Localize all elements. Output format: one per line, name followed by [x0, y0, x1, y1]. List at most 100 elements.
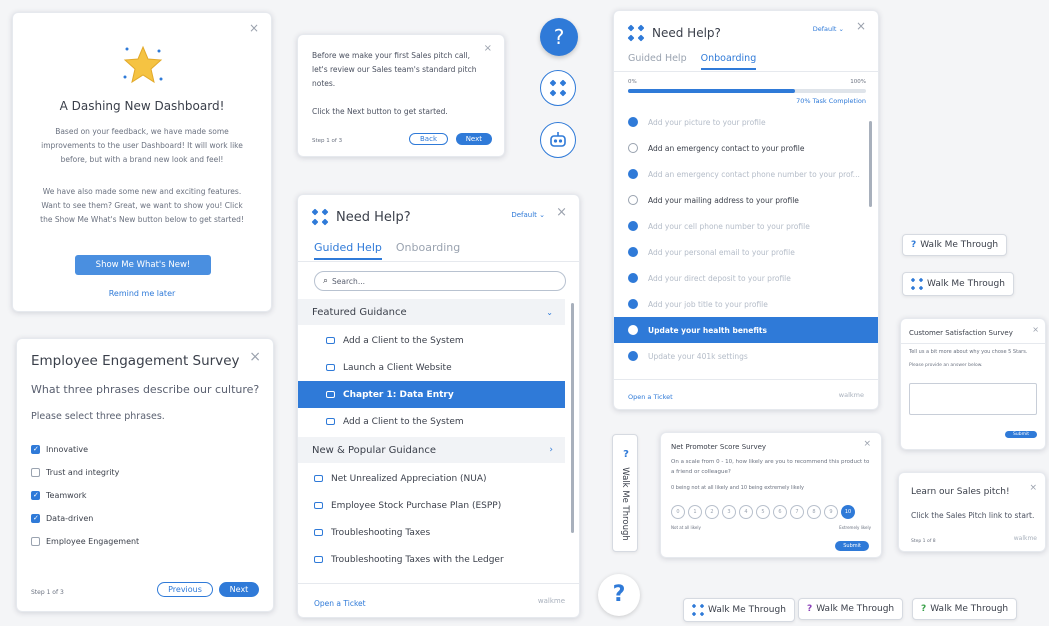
- walk-me-through-vertical-tab[interactable]: ? Walk Me Through: [612, 434, 638, 552]
- remind-me-later-link[interactable]: Remind me later: [13, 289, 271, 298]
- close-icon[interactable]: ×: [856, 19, 866, 33]
- popular-guidance-header[interactable]: New & Popular Guidance ›: [298, 437, 565, 463]
- language-dropdown[interactable]: Default ⌄: [511, 211, 545, 219]
- pitch-tip-body-1: Before we make your first Sales pitch ca…: [312, 51, 477, 88]
- walk-me-through-button[interactable]: ? Walk Me Through: [912, 598, 1018, 620]
- robot-launcher-button[interactable]: [540, 122, 576, 158]
- next-button[interactable]: Next: [219, 582, 259, 597]
- close-icon[interactable]: ×: [863, 439, 871, 449]
- close-icon[interactable]: ×: [249, 21, 259, 35]
- checkbox[interactable]: [31, 514, 40, 523]
- tab-guided-help[interactable]: Guided Help: [314, 241, 382, 260]
- onboarding-task[interactable]: Add your personal email to your profile: [614, 239, 878, 265]
- guide-item[interactable]: Add a Client to the System: [298, 408, 565, 435]
- close-icon[interactable]: ×: [556, 205, 567, 220]
- nps-option[interactable]: 9: [824, 505, 838, 519]
- next-button[interactable]: Next: [455, 133, 492, 145]
- onboarding-task[interactable]: Update your health benefits: [614, 317, 878, 343]
- guide-item[interactable]: Net Unrealized Appreciation (NUA): [298, 465, 565, 492]
- search-input[interactable]: ⌕ Search...: [314, 271, 566, 291]
- nps-option[interactable]: 4: [739, 505, 753, 519]
- robot-icon: [550, 132, 566, 147]
- walk-me-through-button[interactable]: ? Walk Me Through: [798, 598, 904, 620]
- check-circle-icon: [628, 221, 638, 231]
- submit-button[interactable]: Submit: [1005, 431, 1037, 438]
- scrollbar[interactable]: [571, 303, 574, 533]
- guide-item[interactable]: Add a Client to the System: [298, 327, 565, 354]
- onboarding-task[interactable]: Add your picture to your profile: [614, 109, 878, 135]
- step-counter: Step 1 of 3: [312, 138, 343, 144]
- submit-button[interactable]: Submit: [835, 541, 869, 551]
- open-ticket-link[interactable]: Open a Ticket: [314, 599, 366, 608]
- dashboard-body-1: Based on your feedback, we have made som…: [41, 127, 243, 164]
- nps-option[interactable]: 5: [756, 505, 770, 519]
- onboarding-task[interactable]: Add your direct deposit to your profile: [614, 265, 878, 291]
- guide-icon: [314, 556, 323, 563]
- onboarding-task[interactable]: Add your cell phone number to your profi…: [614, 213, 878, 239]
- language-dropdown[interactable]: Default ⌄: [813, 25, 844, 33]
- open-ticket-link[interactable]: Open a Ticket: [628, 393, 673, 401]
- scrollbar[interactable]: [869, 121, 872, 207]
- guide-item-label: Add a Client to the System: [343, 416, 464, 427]
- featured-guidance-header[interactable]: Featured Guidance ⌄: [298, 299, 565, 325]
- guide-item[interactable]: Employee Stock Purchase Plan (ESPP): [298, 492, 565, 519]
- guide-item[interactable]: Troubleshooting Taxes with the Ledger: [298, 546, 565, 573]
- task-label: Add your picture to your profile: [648, 117, 766, 127]
- onboarding-task[interactable]: Add an emergency contact to your profile: [614, 135, 878, 161]
- checkbox[interactable]: [31, 537, 40, 546]
- checkbox[interactable]: [31, 445, 40, 454]
- checkbox[interactable]: [31, 468, 40, 477]
- nps-option[interactable]: 1: [688, 505, 702, 519]
- help-launcher-button[interactable]: ?: [540, 18, 578, 56]
- survey-options: Innovative Trust and integrity Teamwork Dat…: [31, 445, 139, 560]
- onboarding-task[interactable]: Update your 401k settings: [614, 343, 878, 369]
- dashboard-body-2: We have also made some new and exciting …: [40, 187, 244, 224]
- tab-onboarding[interactable]: Onboarding: [396, 241, 460, 260]
- check-circle-icon: [628, 117, 638, 127]
- survey-option[interactable]: Teamwork: [31, 491, 139, 500]
- tab-onboarding[interactable]: Onboarding: [700, 53, 757, 70]
- walkme-launcher-button[interactable]: [540, 70, 576, 106]
- close-icon[interactable]: ×: [1029, 483, 1037, 493]
- checkbox[interactable]: [31, 491, 40, 500]
- task-label: Add your direct deposit to your profile: [648, 273, 791, 283]
- previous-button[interactable]: Previous: [157, 582, 213, 597]
- onboarding-task[interactable]: Add your job title to your profile: [614, 291, 878, 317]
- show-me-whats-new-button[interactable]: Show Me What's New!: [75, 255, 211, 275]
- walk-me-through-button[interactable]: Walk Me Through: [902, 272, 1014, 296]
- chevron-down-icon: ⌄: [546, 307, 553, 317]
- guide-item[interactable]: Troubleshooting Taxes: [298, 519, 565, 546]
- progress-fill: [628, 89, 795, 93]
- walk-me-through-button[interactable]: ? Walk Me Through: [902, 234, 1008, 256]
- survey-option-label: Innovative: [46, 445, 89, 454]
- nps-option[interactable]: 0: [671, 505, 685, 519]
- guide-icon: [326, 418, 335, 425]
- close-icon[interactable]: ×: [484, 43, 492, 54]
- question-mark-icon: ?: [612, 582, 626, 607]
- survey-option[interactable]: Trust and integrity: [31, 468, 139, 477]
- survey-option[interactable]: Data-driven: [31, 514, 139, 523]
- walk-me-through-button[interactable]: Walk Me Through: [683, 598, 795, 622]
- survey-option[interactable]: Innovative: [31, 445, 139, 454]
- nps-option[interactable]: 6: [773, 505, 787, 519]
- tab-guided-help[interactable]: Guided Help: [628, 53, 687, 70]
- csat-answer-input[interactable]: [909, 383, 1037, 415]
- guide-item-label: Launch a Client Website: [343, 362, 452, 373]
- help-launcher-button[interactable]: ?: [598, 574, 640, 616]
- onboarding-task[interactable]: Add an emergency contact phone number to…: [614, 161, 878, 187]
- nps-option[interactable]: 7: [790, 505, 804, 519]
- guide-item[interactable]: Launch a Client Website: [298, 354, 565, 381]
- nps-option[interactable]: 8: [807, 505, 821, 519]
- nps-option[interactable]: 2: [705, 505, 719, 519]
- onboarding-task[interactable]: Add your mailing address to your profile: [614, 187, 878, 213]
- nps-option[interactable]: 10: [841, 505, 855, 519]
- close-icon[interactable]: ×: [1032, 325, 1039, 334]
- sales-pitch-tip: × Learn our Sales pitch! Click the Sales…: [898, 472, 1046, 552]
- survey-option[interactable]: Employee Engagement: [31, 537, 139, 546]
- back-button[interactable]: Back: [409, 133, 448, 145]
- nps-option[interactable]: 3: [722, 505, 736, 519]
- close-icon[interactable]: ×: [249, 349, 261, 365]
- help-title: Need Help?: [336, 209, 411, 225]
- nps-low-label: Not at all likely: [671, 525, 701, 530]
- guide-item[interactable]: Chapter 1: Data Entry: [298, 381, 565, 408]
